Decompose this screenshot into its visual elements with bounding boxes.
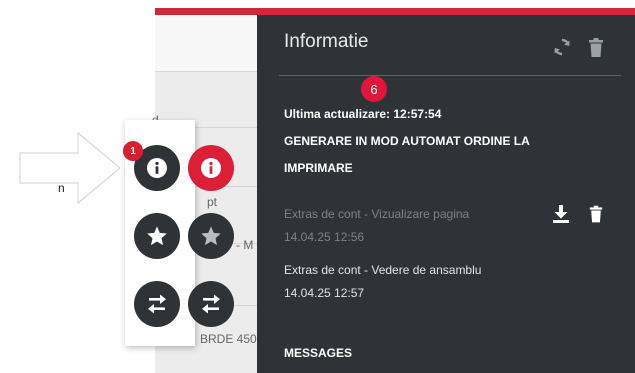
refresh-icon[interactable] — [550, 35, 574, 59]
info-icon — [201, 158, 221, 178]
notification-badge: 6 — [361, 76, 387, 102]
item-timestamp: 14.04.25 12:56 — [284, 230, 365, 244]
panel-title: Informatie — [284, 31, 369, 52]
trash-icon[interactable] — [584, 35, 608, 59]
pointer-arrow-icon — [19, 131, 121, 205]
favorites-button[interactable] — [188, 213, 234, 259]
section-heading-line2: IMPRIMARE — [284, 161, 353, 175]
star-icon — [147, 226, 167, 246]
background-header — [155, 15, 265, 72]
item-title[interactable]: Extras de cont - Vedere de ansamblu — [284, 263, 481, 277]
info-icon — [147, 158, 167, 178]
info-button-active[interactable] — [188, 145, 234, 191]
item-title[interactable]: Extras de cont - Vizualizare pagina — [284, 207, 469, 221]
star-icon — [201, 226, 221, 246]
information-panel: Informatie Ultima actualizare: 12:57:54 … — [257, 15, 635, 373]
swap-button[interactable] — [134, 281, 180, 327]
swap-button[interactable] — [188, 281, 234, 327]
trash-icon[interactable] — [585, 203, 607, 225]
download-icon[interactable] — [550, 203, 572, 225]
section-heading-line1: GENERARE IN MOD AUTOMAT ORDINE LA — [284, 134, 530, 148]
panel-divider — [279, 75, 621, 76]
background-text: BRDE 450 — [200, 332, 257, 346]
messages-label: MESSAGES — [284, 346, 353, 360]
last-update-text: Ultima actualizare: 12:57:54 — [284, 107, 442, 121]
background-text: pt — [207, 195, 218, 209]
swap-icon — [148, 294, 166, 314]
item-timestamp: 14.04.25 12:57 — [284, 286, 365, 300]
background-text: - M — [236, 238, 254, 252]
favorites-button[interactable] — [134, 213, 180, 259]
swap-icon — [202, 294, 220, 314]
top-accent-bar — [155, 8, 635, 15]
